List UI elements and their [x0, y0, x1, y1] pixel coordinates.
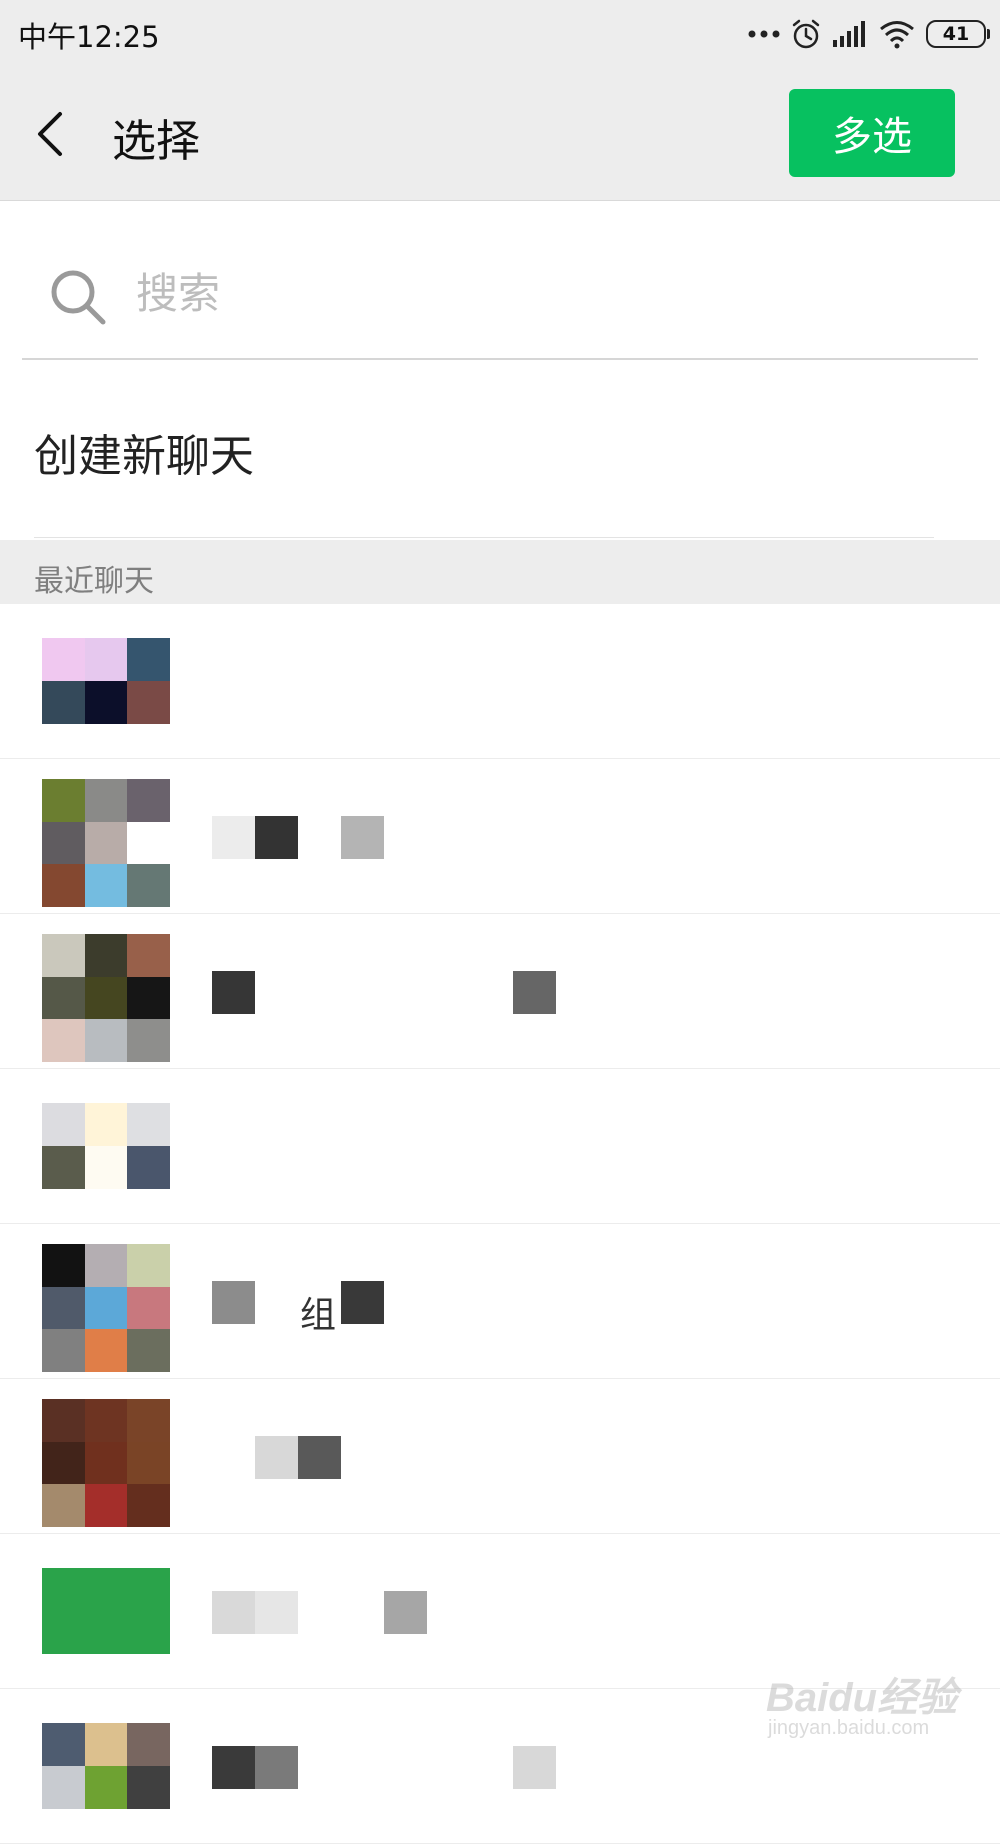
- watermark-logo-text: Baidu经验: [766, 1676, 958, 1720]
- signal-icon: [832, 20, 868, 48]
- chat-name-pixelated: [212, 1591, 612, 1634]
- watermark-url: jingyan.baidu.com: [768, 1717, 930, 1739]
- chat-name-pixelated: [212, 971, 612, 1014]
- avatar: [42, 1568, 170, 1654]
- avatar: [42, 1244, 170, 1372]
- back-button[interactable]: [30, 102, 80, 172]
- avatar: [42, 1399, 170, 1527]
- chat-name-pixelated: [212, 1746, 612, 1789]
- chat-name-pixelated: [212, 1126, 612, 1169]
- recent-chat-list: 组: [0, 604, 1000, 1844]
- recent-chats-label: 最近聊天: [34, 564, 154, 599]
- chat-list-item[interactable]: [0, 1379, 1000, 1534]
- chat-name-pixelated: [212, 1436, 612, 1479]
- avatar: [42, 934, 170, 1062]
- avatar: [42, 1723, 170, 1809]
- chat-name-pixelated: [212, 661, 612, 704]
- avatar: [42, 1103, 170, 1189]
- chat-list-item[interactable]: [0, 604, 1000, 759]
- avatar: [42, 779, 170, 907]
- divider: [34, 537, 934, 538]
- search-input[interactable]: [134, 257, 938, 329]
- battery-icon: 41: [926, 20, 990, 48]
- chat-name-pixelated: [212, 1281, 612, 1324]
- nav-bar: 选择 多选: [0, 70, 1000, 201]
- chat-name-pixelated: [212, 816, 612, 859]
- main-content: 创建新聊天 最近聊天 组: [0, 227, 1000, 1844]
- search-icon: [48, 267, 108, 331]
- chat-list-item[interactable]: [0, 914, 1000, 1069]
- avatar: [42, 638, 170, 724]
- chat-list-item[interactable]: [0, 1069, 1000, 1224]
- back-chevron-icon: [38, 112, 62, 156]
- alarm-icon: [790, 18, 822, 50]
- more-dots-icon: [748, 29, 780, 39]
- status-time: 中午12:25: [18, 20, 160, 54]
- chat-name: 组: [300, 1295, 337, 1336]
- page-title: 选择: [112, 116, 200, 167]
- search-row: [0, 227, 1000, 360]
- create-new-chat-item[interactable]: 创建新聊天: [0, 360, 1000, 540]
- chat-list-item[interactable]: [0, 759, 1000, 914]
- multi-select-button[interactable]: 多选: [789, 89, 955, 177]
- baidu-watermark: Baidu经验 jingyan.baidu.com: [766, 1665, 966, 1765]
- create-new-chat-label: 创建新聊天: [34, 431, 254, 482]
- status-bar: 中午12:25 41: [0, 0, 1000, 70]
- status-icons: 41: [748, 16, 990, 52]
- recent-chats-header: 最近聊天: [0, 540, 1000, 604]
- wifi-icon: [878, 19, 916, 49]
- chat-list-item[interactable]: 组: [0, 1224, 1000, 1379]
